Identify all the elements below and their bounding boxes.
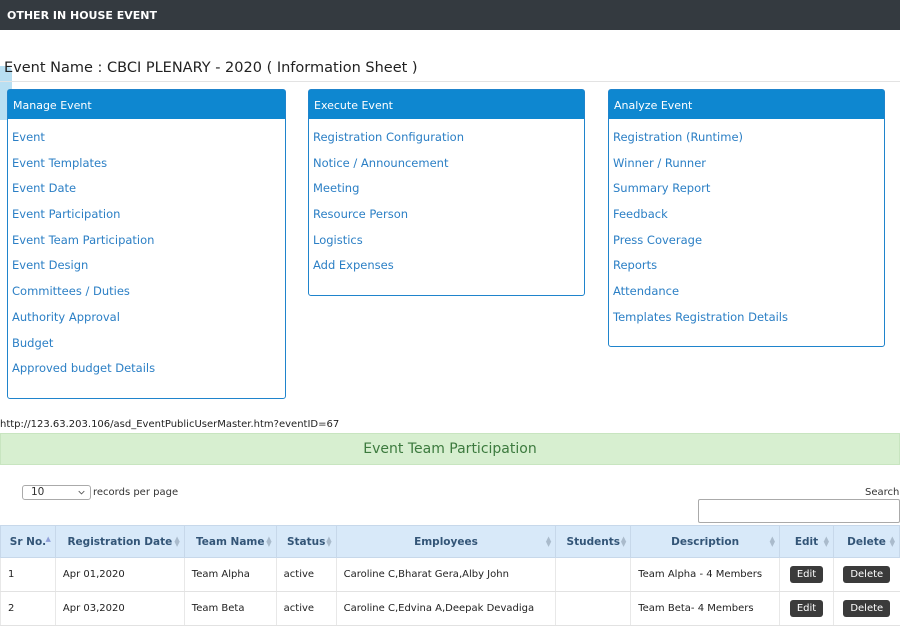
- sort-icon: ▲ ▼: [545, 535, 552, 548]
- analyze-link-attendance[interactable]: Attendance: [613, 279, 884, 305]
- table-row: 2 Apr 03,2020 Team Beta active Caroline …: [0, 591, 900, 626]
- edit-button[interactable]: Edit: [789, 600, 824, 617]
- column-header-status[interactable]: Status ▲ ▼: [275, 525, 337, 558]
- cell-sr-no: 1: [0, 557, 56, 592]
- manage-link-event-design[interactable]: Event Design: [12, 253, 285, 279]
- section-title: Event Team Participation: [0, 433, 900, 465]
- manage-link-event-date[interactable]: Event Date: [12, 176, 285, 202]
- records-per-page-label: records per page: [93, 487, 179, 498]
- manage-link-event[interactable]: Event: [12, 125, 285, 151]
- search-label: Search:: [865, 487, 900, 498]
- column-header-description[interactable]: Description ▲ ▼: [630, 525, 781, 558]
- cell-students: [555, 557, 631, 592]
- analyze-link-templates-registration-details[interactable]: Templates Registration Details: [613, 305, 884, 331]
- records-per-page-value: 10: [31, 486, 45, 498]
- manage-link-event-team-participation[interactable]: Event Team Participation: [12, 228, 285, 254]
- cell-registration-date: Apr 01,2020: [54, 557, 185, 592]
- table-header-row: Sr No. ▲ Registration Date ▲ ▼ Team Name ▲ ▼ …: [0, 525, 900, 558]
- sort-asc-icon: ▲: [45, 535, 51, 543]
- analyze-link-press-coverage[interactable]: Press Coverage: [613, 228, 884, 254]
- page-header-title: OTHER IN HOUSE EVENT: [7, 9, 158, 22]
- column-header-edit[interactable]: Edit ▲ ▼: [779, 525, 834, 558]
- records-per-page-select[interactable]: 10: [22, 485, 91, 500]
- team-participation-table: Sr No. ▲ Registration Date ▲ ▼ Team Name ▲ ▼ …: [0, 525, 900, 626]
- sort-icon: ▲ ▼: [326, 535, 332, 548]
- execute-link-add-expenses[interactable]: Add Expenses: [313, 253, 584, 279]
- top-bar: OTHER IN HOUSE EVENT: [0, 0, 900, 30]
- execute-link-resource-person[interactable]: Resource Person: [313, 202, 584, 228]
- cell-description: Team Alpha - 4 Members: [630, 557, 780, 592]
- sort-icon: ▲ ▼: [266, 535, 272, 548]
- cell-registration-date: Apr 03,2020: [54, 591, 185, 626]
- execute-event-panel-title: Execute Event: [309, 90, 584, 119]
- divider: [0, 81, 900, 82]
- cell-status: active: [275, 557, 337, 592]
- sort-icon: ▲ ▼: [620, 535, 627, 548]
- manage-link-committees-duties[interactable]: Committees / Duties: [12, 279, 285, 305]
- sort-icon: ▲ ▼: [174, 535, 180, 548]
- cell-employees: Caroline C,Bharat Gera,Alby John: [335, 557, 556, 592]
- execute-link-logistics[interactable]: Logistics: [313, 228, 584, 254]
- execute-link-notice-announcement[interactable]: Notice / Announcement: [313, 151, 584, 177]
- table-row: 1 Apr 01,2020 Team Alpha active Caroline…: [0, 557, 900, 592]
- column-header-registration-date[interactable]: Registration Date ▲ ▼: [54, 525, 185, 558]
- search-input[interactable]: [698, 499, 900, 523]
- analyze-link-registration-runtime[interactable]: Registration (Runtime): [613, 125, 884, 151]
- sort-icon: ▲ ▼: [889, 535, 895, 548]
- column-header-team-name[interactable]: Team Name ▲ ▼: [183, 525, 277, 558]
- analyze-event-panel-title: Analyze Event: [609, 90, 884, 119]
- analyze-link-winner-runner[interactable]: Winner / Runner: [613, 151, 884, 177]
- cell-status: active: [275, 591, 337, 626]
- column-header-delete[interactable]: Delete ▲ ▼: [833, 525, 900, 558]
- sort-icon: ▲ ▼: [769, 535, 776, 548]
- sort-icon: ▲ ▼: [823, 535, 829, 548]
- column-header-employees[interactable]: Employees ▲ ▼: [335, 525, 557, 558]
- analyze-event-panel: Analyze Event Registration (Runtime) Win…: [608, 89, 885, 347]
- cell-sr-no: 2: [0, 591, 56, 626]
- analyze-link-summary-report[interactable]: Summary Report: [613, 176, 884, 202]
- status-url: http://123.63.203.106/asd_EventPublicUse…: [0, 419, 340, 430]
- cell-team-name: Team Beta: [183, 591, 277, 626]
- manage-link-event-participation[interactable]: Event Participation: [12, 202, 285, 228]
- manage-link-event-templates[interactable]: Event Templates: [12, 151, 285, 177]
- analyze-link-feedback[interactable]: Feedback: [613, 202, 884, 228]
- manage-link-authority-approval[interactable]: Authority Approval: [12, 305, 285, 331]
- manage-link-budget[interactable]: Budget: [12, 331, 285, 357]
- event-name-title: Event Name : CBCI PLENARY - 2020 ( Infor…: [4, 60, 418, 76]
- cell-delete: Delete: [833, 557, 900, 592]
- delete-button[interactable]: Delete: [843, 566, 891, 583]
- delete-button[interactable]: Delete: [843, 600, 891, 617]
- execute-link-meeting[interactable]: Meeting: [313, 176, 584, 202]
- column-header-students[interactable]: Students ▲ ▼: [555, 525, 632, 558]
- cell-delete: Delete: [833, 591, 900, 626]
- cell-edit: Edit: [779, 557, 834, 592]
- cell-team-name: Team Alpha: [183, 557, 277, 592]
- cell-description: Team Beta- 4 Members: [630, 591, 780, 626]
- execute-event-panel: Execute Event Registration Configuration…: [308, 89, 585, 296]
- execute-link-registration-configuration[interactable]: Registration Configuration: [313, 125, 584, 151]
- cell-edit: Edit: [779, 591, 834, 626]
- analyze-link-reports[interactable]: Reports: [613, 253, 884, 279]
- cell-students: [555, 591, 631, 626]
- chevron-down-icon: [78, 490, 85, 495]
- manage-event-panel: Manage Event Event Event Templates Event…: [7, 89, 286, 399]
- manage-link-approved-budget-details[interactable]: Approved budget Details: [12, 356, 285, 382]
- manage-event-panel-title: Manage Event: [8, 90, 285, 119]
- cell-employees: Caroline C,Edvina A,Deepak Devadiga: [335, 591, 556, 626]
- column-header-sr-no[interactable]: Sr No. ▲: [0, 525, 56, 558]
- edit-button[interactable]: Edit: [789, 566, 824, 583]
